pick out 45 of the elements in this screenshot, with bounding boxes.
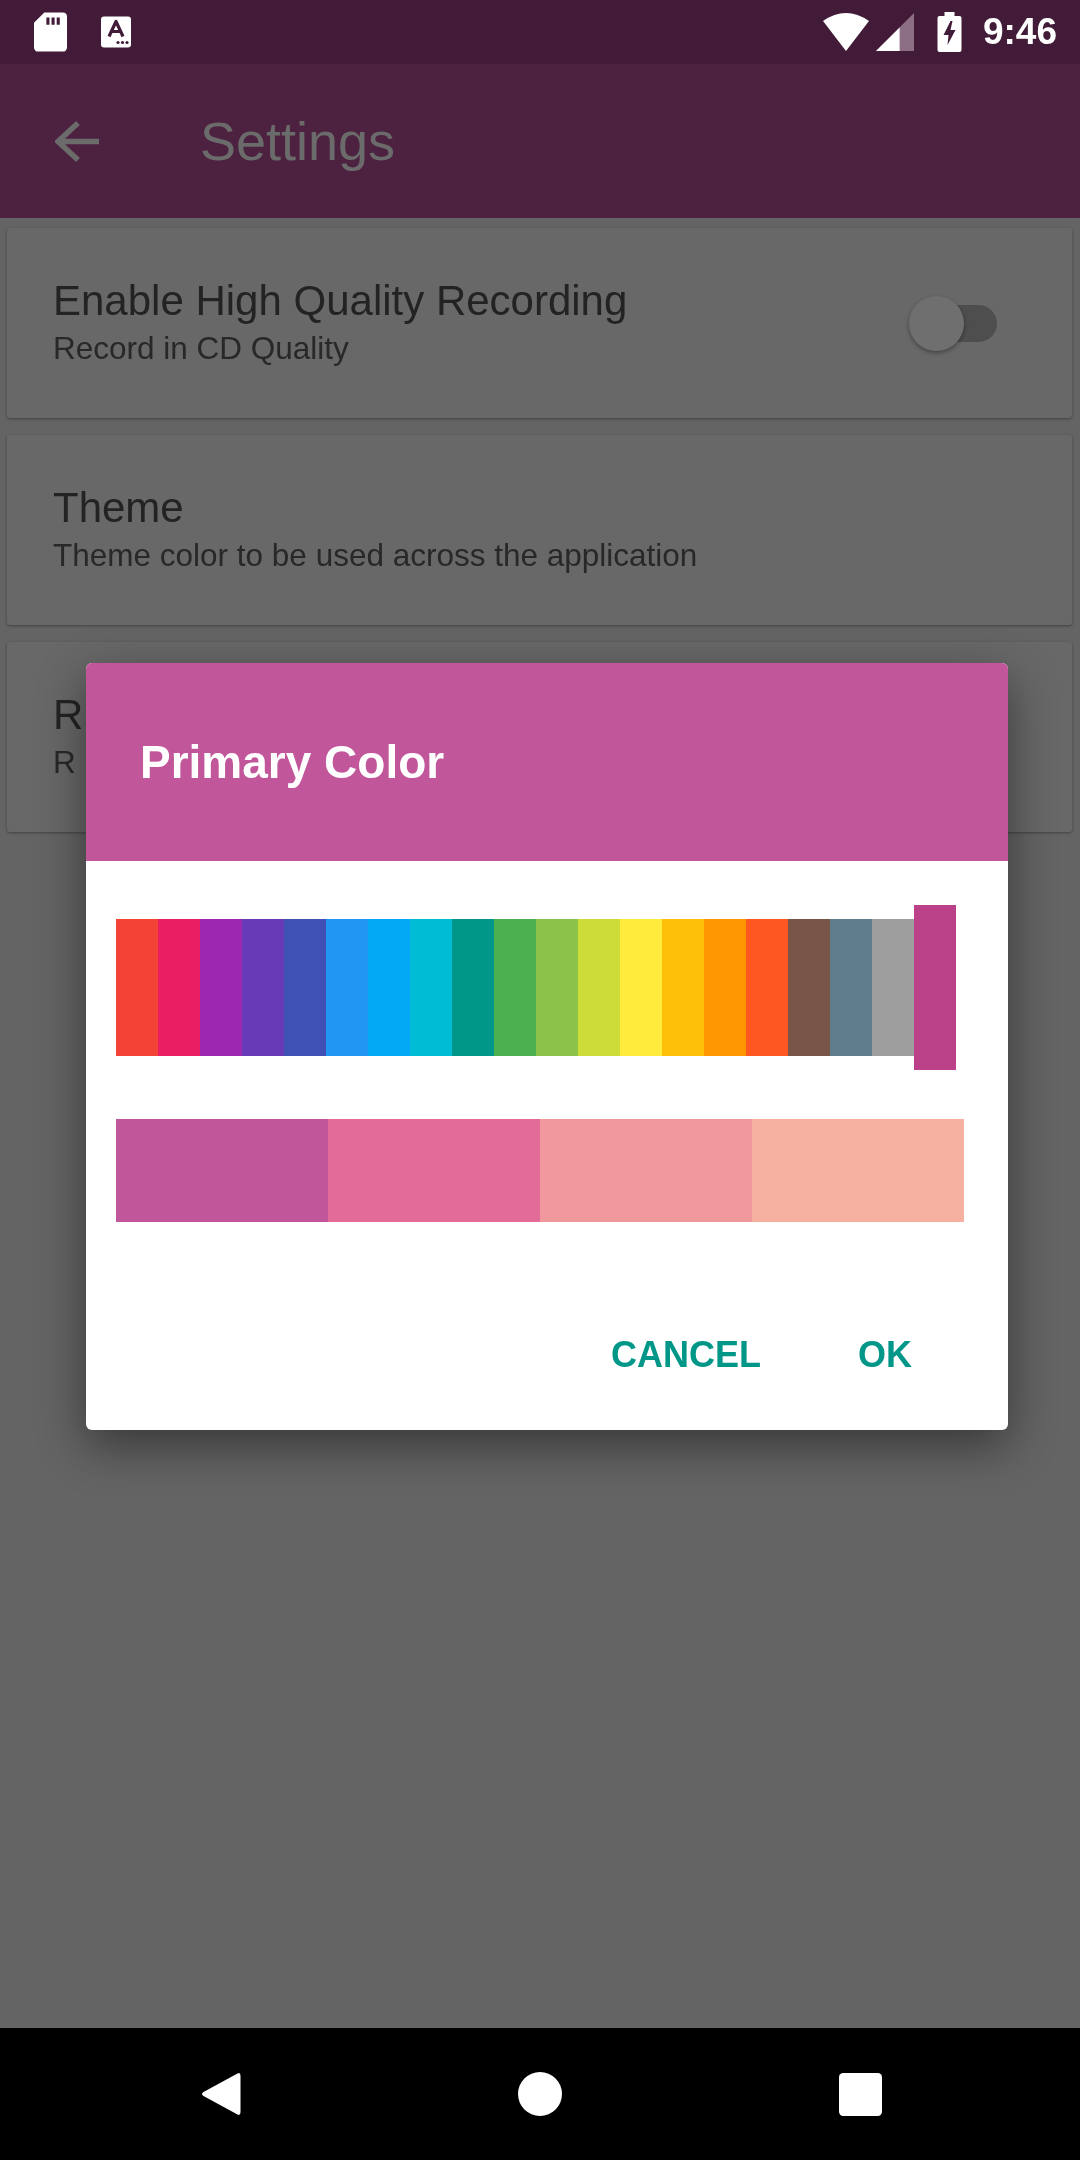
- color-swatch-icon[interactable]: [704, 919, 746, 1056]
- back-arrow-icon[interactable]: [55, 119, 99, 163]
- setting-summary: R: [53, 743, 76, 782]
- sd-card-icon: [34, 12, 67, 52]
- color-swatch-icon[interactable]: [788, 919, 830, 1056]
- color-swatch-icon[interactable]: [536, 919, 578, 1056]
- back-icon[interactable]: [200, 2072, 241, 2116]
- wifi-icon: [822, 13, 869, 51]
- setting-title: Enable High Quality Recording: [53, 276, 628, 326]
- recents-icon[interactable]: [839, 2072, 882, 2116]
- color-swatch-icon[interactable]: [452, 919, 494, 1056]
- color-swatch-icon[interactable]: [746, 919, 788, 1056]
- shade-swatch-icon[interactable]: [328, 1119, 540, 1222]
- setting-title: R: [53, 690, 84, 740]
- color-swatch-icon[interactable]: [284, 919, 326, 1056]
- toggle-switch[interactable]: [909, 295, 997, 351]
- color-swatch-icon[interactable]: [326, 919, 368, 1056]
- color-swatch-icon[interactable]: [242, 919, 284, 1056]
- color-swatch-icon[interactable]: [578, 919, 620, 1056]
- toolbar-title: Settings: [200, 110, 396, 173]
- color-swatch-icon[interactable]: [158, 919, 200, 1056]
- setting-title: Theme: [53, 483, 184, 533]
- color-swatch-icon[interactable]: [368, 919, 410, 1056]
- shade-swatch-icon[interactable]: [540, 1119, 752, 1222]
- shade-swatch-icon[interactable]: [116, 1119, 328, 1222]
- color-swatch-icon[interactable]: [410, 919, 452, 1056]
- setting-summary: Record in CD Quality: [53, 329, 349, 368]
- color-swatch-icon[interactable]: [872, 919, 914, 1056]
- shade-swatch-icon[interactable]: [752, 1119, 964, 1222]
- cancel-button[interactable]: CANCEL: [587, 1307, 785, 1403]
- battery-charging-icon: [936, 12, 962, 52]
- color-swatch-icon[interactable]: [914, 905, 956, 1070]
- signal-icon: [875, 13, 914, 51]
- color-swatch-icon[interactable]: [494, 919, 536, 1056]
- color-swatch-icon[interactable]: [830, 919, 872, 1056]
- color-swatch-icon[interactable]: [200, 919, 242, 1056]
- dialog-title: Primary Color: [140, 735, 445, 790]
- color-swatch-icon[interactable]: [662, 919, 704, 1056]
- color-swatch-icon[interactable]: [116, 919, 158, 1056]
- ok-button[interactable]: OK: [834, 1307, 936, 1403]
- color-swatch-icon[interactable]: [620, 919, 662, 1056]
- home-icon[interactable]: [518, 2072, 562, 2116]
- status-time: 9:46: [982, 10, 1057, 54]
- letter-tile-icon: [101, 16, 131, 48]
- setting-summary: Theme color to be used across the application: [53, 536, 698, 575]
